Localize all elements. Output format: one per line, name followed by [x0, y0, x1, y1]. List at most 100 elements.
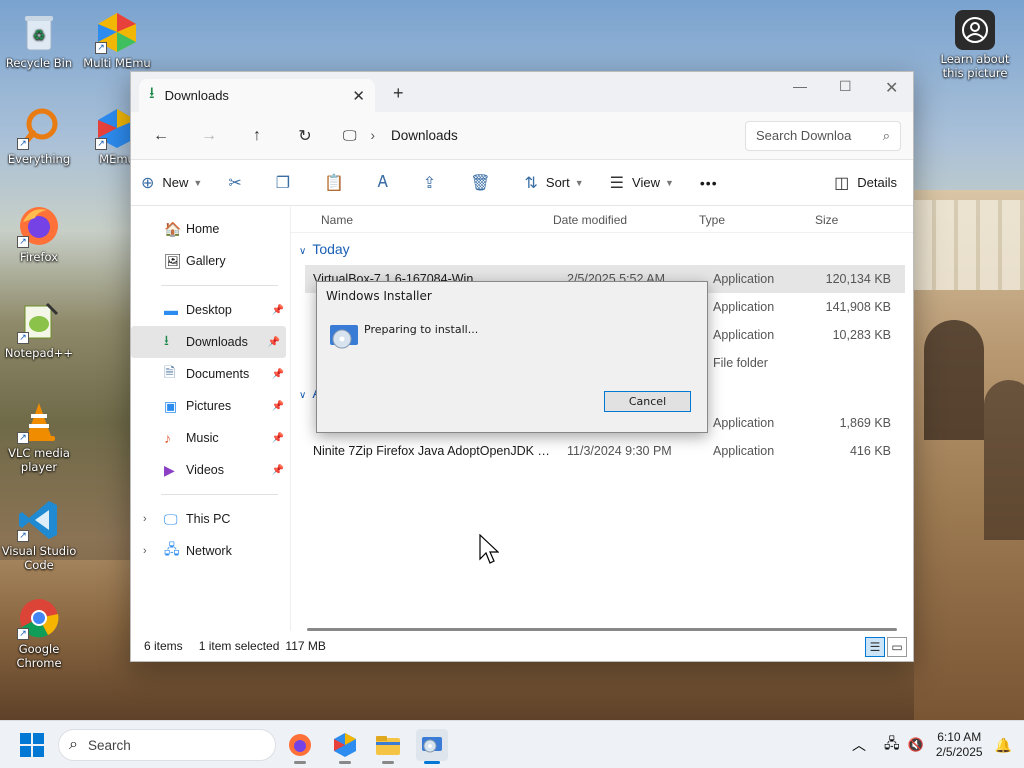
sidebar-item-network[interactable]: › 🖧 Network [131, 535, 290, 567]
learn-about-picture[interactable]: Learn about this picture [936, 10, 1014, 80]
sort-button[interactable]: ⇅ Sort ▼ [525, 173, 584, 193]
file-size: 10,283 KB [832, 328, 891, 342]
clipboard-icon: 📋 [324, 174, 345, 192]
learn-about-label: Learn about this picture [940, 52, 1010, 80]
sort-label: Sort [545, 175, 570, 190]
system-tray: ︿ 🖧 🔇 6:10 AM 2/5/2025 🔔 [852, 721, 1024, 768]
sidebar-item-label: Gallery [186, 254, 226, 268]
desktop-icon-firefox[interactable]: ↗ Firefox [1, 204, 77, 264]
cut-button[interactable]: ✂ [228, 173, 249, 193]
details-button[interactable]: ◫ Details [834, 173, 897, 193]
refresh-button[interactable]: ↻ [287, 126, 323, 146]
dialog-title: Windows Installer [326, 289, 432, 303]
new-button[interactable]: ⊕ New ▼ [141, 173, 202, 193]
paste-button[interactable]: 📋 [324, 173, 352, 193]
sidebar-item-desktop[interactable]: ▬ Desktop 📌 [131, 294, 290, 326]
mouse-cursor-icon [479, 533, 500, 569]
sidebar-item-pictures[interactable]: ▣ Pictures 📌 [131, 390, 290, 422]
command-bar: ⊕ New ▼ ✂ ❐ 📋 Ꭺ ⇪ 🗑 ⇅ Sort ▼ ☰ View ▼ ••• ◫ Det… [131, 160, 913, 206]
breadcrumb[interactable]: Downloads [391, 128, 458, 143]
rename-button[interactable]: Ꭺ [378, 174, 397, 192]
new-tab-button[interactable]: + [393, 83, 404, 104]
delete-button[interactable]: 🗑 [470, 173, 498, 193]
close-window-button[interactable]: ✕ [885, 78, 898, 98]
installer-icon [422, 737, 442, 753]
desktop-icon-multi-memu[interactable]: ↗ Multi MEmu [79, 10, 155, 70]
clock[interactable]: 6:10 AM 2/5/2025 [936, 730, 983, 760]
taskbar-app-installer[interactable] [416, 729, 448, 764]
group-label: Today [312, 241, 350, 257]
column-date-modified[interactable]: Date modified [537, 213, 687, 227]
more-options-button[interactable]: ••• [700, 175, 718, 191]
sidebar-item-music[interactable]: ♪ Music 📌 [131, 422, 290, 454]
desktop-icon-notepadpp[interactable]: ↗ Notepad++ [1, 300, 77, 360]
cancel-button[interactable]: Cancel [604, 391, 691, 412]
minimize-button[interactable]: — [793, 78, 807, 94]
address-bar[interactable]: 🖵 › Downloads [343, 127, 733, 144]
chevron-up-icon[interactable]: ︿ [852, 735, 866, 755]
item-count: 6 items [144, 639, 183, 653]
new-label: New [162, 175, 189, 190]
desktop-icon-everything[interactable]: ↗ Everything [1, 106, 77, 166]
tab-downloads[interactable]: ⭳ Downloads ✕ [139, 79, 375, 112]
taskbar-app-firefox[interactable] [284, 729, 316, 764]
chevron-right-icon[interactable]: › [143, 513, 147, 525]
sidebar-item-documents[interactable]: 🗎 Documents 📌 [131, 358, 290, 390]
view-button[interactable]: ☰ View ▼ [610, 173, 674, 193]
taskbar-search[interactable]: ⌕ Search [58, 729, 276, 761]
network-icon[interactable]: 🖧 [884, 733, 900, 757]
start-button[interactable] [20, 733, 44, 757]
clock-date: 2/5/2025 [935, 745, 983, 759]
group-header-today[interactable]: ∨ Today [291, 233, 913, 265]
column-type[interactable]: Type [687, 213, 807, 227]
pin-icon: 📌 [271, 368, 284, 380]
desktop-icon-label: Google Chrome [16, 642, 62, 670]
taskbar-app-memu[interactable] [329, 729, 361, 764]
sidebar-item-home[interactable]: 🏠 Home [131, 213, 290, 245]
sidebar-item-videos[interactable]: ▶ Videos 📌 [131, 454, 290, 486]
view-lines-icon: ☰ [609, 174, 625, 192]
forward-button[interactable]: → [191, 127, 227, 145]
sidebar-item-this-pc[interactable]: › 🖵 This PC [131, 503, 290, 535]
close-tab-icon[interactable]: ✕ [352, 87, 365, 105]
network-icon: 🖧 [164, 541, 180, 557]
tab-title: Downloads [164, 88, 229, 103]
file-row[interactable]: Ninite 7Zip Firefox Java AdoptOpenJDK x.… [305, 437, 905, 465]
column-name[interactable]: Name [291, 213, 537, 227]
clock-time: 6:10 AM [937, 730, 982, 744]
details-pane-icon: ◫ [834, 174, 850, 192]
chevron-down-icon: ▼ [664, 177, 674, 188]
chevron-right-icon[interactable]: › [143, 545, 147, 557]
tiles-view-icon[interactable]: ▭ [887, 637, 907, 657]
desktop-icon-label: Everything [7, 152, 71, 166]
desktop-icon-chrome[interactable]: ↗ Google Chrome [1, 596, 77, 670]
firefox-icon: ↗ [17, 204, 61, 248]
desktop-icon-recycle-bin[interactable]: ♻ Recycle Bin [1, 10, 77, 70]
copy-button[interactable]: ❐ [276, 173, 298, 193]
maximize-button[interactable]: ☐ [839, 78, 852, 95]
taskbar: ⌕ Search ︿ 🖧 🔇 6:10 AM 2/5/2025 🔔 [0, 720, 1024, 768]
column-size[interactable]: Size [807, 213, 877, 227]
dialog-message: Preparing to install... [364, 323, 479, 336]
monitor-icon: 🖵 [343, 127, 357, 143]
volume-muted-icon[interactable]: 🔇 [908, 737, 924, 753]
up-button[interactable]: ↑ [239, 127, 275, 145]
search-input[interactable]: Search Downloa ⌕ [745, 120, 901, 151]
back-button[interactable]: ← [143, 127, 179, 145]
share-button[interactable]: ⇪ [423, 173, 444, 193]
desktop-icon-vlc[interactable]: ↗ VLC media player [1, 400, 77, 474]
chevron-right-icon[interactable]: › [371, 128, 376, 143]
sidebar-item-downloads[interactable]: ⭳ Downloads 📌 [131, 326, 286, 358]
desktop-icon-vscode[interactable]: ↗ Visual Studio Code [1, 498, 77, 572]
video-icon: ▶ [164, 461, 175, 478]
column-headers: Name Date modified Type Size [291, 207, 913, 233]
taskbar-search-label: Search [87, 737, 131, 753]
desktop-icon-label: Notepad++ [4, 346, 74, 360]
recycle-bin-icon: ♻ [17, 10, 61, 54]
desktop-icon-label: Multi MEmu [83, 56, 151, 70]
taskbar-app-file-explorer[interactable] [372, 729, 404, 764]
notification-bell-icon[interactable]: 🔔 [995, 737, 1012, 754]
copy-icon: ❐ [275, 174, 291, 192]
sidebar-item-gallery[interactable]: 🖼 Gallery [131, 245, 290, 277]
details-view-icon[interactable]: ☰ [865, 637, 885, 657]
